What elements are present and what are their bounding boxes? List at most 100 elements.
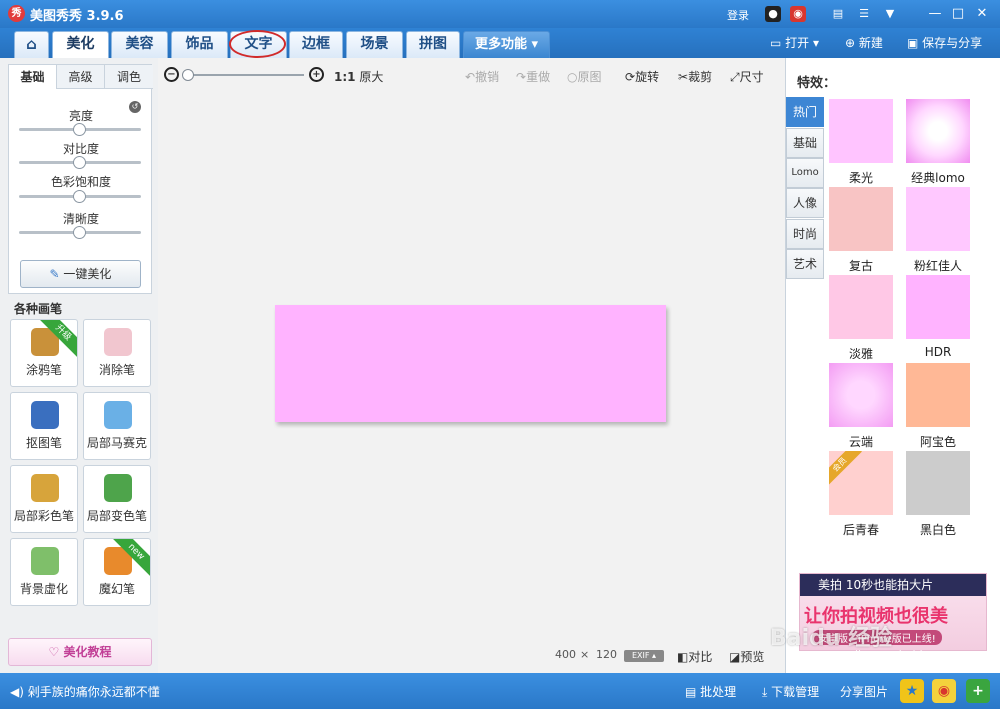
tab-beautify[interactable]: 美化	[52, 31, 109, 59]
tab-scene[interactable]: 场景	[346, 31, 403, 58]
tab-basic[interactable]: 基础	[9, 65, 57, 89]
feedback-icon[interactable]: ☰	[856, 6, 872, 22]
doodle-pen[interactable]: 升级 涂鸦笔	[10, 319, 78, 387]
add-icon[interactable]: +	[966, 679, 990, 703]
scissors-icon: ✂	[678, 70, 689, 84]
effect-vintage[interactable]	[829, 187, 893, 251]
save-share-button[interactable]: ▣ 保存与分享	[907, 34, 982, 51]
speaker-icon: ◀)	[10, 685, 28, 699]
tab-home[interactable]: ⌂	[14, 31, 49, 58]
contrast-thumb[interactable]	[73, 156, 86, 169]
weibo-share-icon[interactable]: ◉	[932, 679, 956, 703]
rotate-icon: ⟳	[625, 70, 636, 84]
effect-category-hot[interactable]: 热门	[786, 97, 824, 127]
image-width: 400	[555, 648, 576, 661]
tab-advanced[interactable]: 高级	[57, 65, 105, 89]
status-bar: ◀) 剁手族的痛你永远都不懂 ▤ 批处理 ⤓ 下载管理 分享图片 ★ ◉ +	[0, 673, 1000, 709]
effect-cloud[interactable]	[829, 363, 893, 427]
background-blur[interactable]: 背景虚化	[10, 538, 78, 606]
effect-category-fashion[interactable]: 时尚	[786, 219, 824, 249]
saturation-thumb[interactable]	[73, 190, 86, 203]
paint-brush-icon	[31, 474, 59, 502]
tab-color-tone[interactable]: 调色	[105, 65, 153, 89]
undo-icon: ↶	[465, 70, 476, 84]
compare-button[interactable]: ◧对比	[677, 648, 712, 665]
minimize-button[interactable]: —	[926, 5, 944, 23]
qzone-icon[interactable]: ★	[900, 679, 924, 703]
brightness-label: 亮度	[68, 109, 93, 123]
redo-icon: ↷	[516, 70, 527, 84]
app-logo-icon: 秀	[8, 5, 25, 22]
tab-decoration[interactable]: 饰品	[171, 31, 228, 58]
undo-button[interactable]: ↶撤销	[465, 68, 499, 85]
effect-post-youth[interactable]: 会员	[829, 451, 893, 515]
brightness-thumb[interactable]	[73, 123, 86, 136]
local-recolor-pen[interactable]: 局部变色笔	[83, 465, 151, 533]
one-key-beautify-button[interactable]: ✎ 一键美化	[20, 260, 141, 288]
local-color-pen[interactable]: 局部彩色笔	[10, 465, 78, 533]
zoom-slider[interactable]	[186, 74, 304, 76]
maximize-button[interactable]: □	[949, 5, 967, 23]
home-icon: ⌂	[26, 35, 37, 53]
close-button[interactable]: ✕	[973, 5, 991, 23]
skin-icon[interactable]: ▤	[830, 6, 846, 22]
login-link[interactable]: 登录	[727, 7, 749, 23]
edited-image[interactable]	[275, 305, 666, 422]
effect-category-lomo[interactable]: Lomo	[786, 158, 824, 188]
contrast-label: 对比度	[62, 142, 99, 156]
zoom-in-icon[interactable]: +	[309, 67, 324, 82]
zoom-thumb[interactable]	[182, 69, 194, 81]
beautify-tutorial-button[interactable]: ♡ 美化教程	[8, 638, 152, 666]
effect-category-portrait[interactable]: 人像	[786, 188, 824, 218]
new-button[interactable]: ⊕ 新建	[845, 34, 883, 51]
title-bar: 秀 美图秀秀 3.9.6 登录 ● ◉ ▤ ☰ ▼ — □ ✕	[0, 0, 1000, 28]
weibo-icon[interactable]: ◉	[790, 6, 806, 22]
qq-icon[interactable]: ●	[765, 6, 781, 22]
menu-icon[interactable]: ▼	[882, 6, 898, 22]
effect-pink-lady[interactable]	[906, 187, 970, 251]
crop-button[interactable]: ✂裁剪	[678, 68, 712, 85]
original-size-button[interactable]: 1:1 原大	[334, 68, 383, 85]
redo-button[interactable]: ↷重做	[516, 68, 550, 85]
effect-category-basic[interactable]: 基础	[786, 128, 824, 158]
tab-face[interactable]: 美容	[111, 31, 168, 58]
mosaic-pen[interactable]: 局部马赛克	[83, 392, 151, 460]
resize-button[interactable]: ⤢尺寸	[730, 68, 764, 85]
cutout-pen[interactable]: 抠图笔	[10, 392, 78, 460]
tab-collage[interactable]: 拼图	[406, 31, 460, 58]
circle-icon: ○	[567, 70, 578, 84]
open-button[interactable]: ▭ 打开 ▾	[770, 34, 819, 51]
effect-elegant[interactable]	[829, 275, 893, 339]
left-panel: 基础 高级 调色 ↺ 亮度 对比度 色彩饱和度 清晰度 ✎ 一键美化 各种画笔 …	[0, 58, 158, 673]
workspace: 基础 高级 调色 ↺ 亮度 对比度 色彩饱和度 清晰度 ✎ 一键美化 各种画笔 …	[0, 58, 1000, 673]
effect-abao[interactable]	[906, 363, 970, 427]
share-image-button[interactable]: 分享图片	[840, 683, 888, 700]
tab-more-functions[interactable]: 更多功能 ▾	[463, 31, 550, 58]
annotation-circle	[229, 30, 286, 58]
saturation-label: 色彩饱和度	[50, 175, 111, 189]
preview-button[interactable]: ◪预览	[729, 648, 764, 665]
zoom-out-icon[interactable]: −	[164, 67, 179, 82]
eraser-pen[interactable]: 消除笔	[83, 319, 151, 387]
baidu-watermark-url: jingyan.baidu.com	[855, 648, 957, 661]
magic-pen[interactable]: new 魔幻笔	[83, 538, 151, 606]
exif-button[interactable]: EXIF ▴	[624, 650, 664, 662]
download-manager-button[interactable]: ⤓ 下载管理	[762, 683, 819, 700]
blur-icon	[31, 547, 59, 575]
sharpness-thumb[interactable]	[73, 226, 86, 239]
pens-title: 各种画笔	[14, 302, 63, 316]
status-message[interactable]: ◀) 剁手族的痛你永远都不懂	[10, 683, 160, 700]
effect-hdr[interactable]	[906, 275, 970, 339]
original-image-button[interactable]: ○原图	[567, 68, 602, 85]
batch-button[interactable]: ▤ 批处理	[685, 683, 736, 700]
effect-soft-light[interactable]	[829, 99, 893, 163]
effect-classic-lomo[interactable]	[906, 99, 970, 163]
effect-black-white[interactable]	[906, 451, 970, 515]
compare-icon: ◧	[677, 650, 689, 664]
tab-frame[interactable]: 边框	[289, 31, 343, 58]
rotate-button[interactable]: ⟳旋转	[625, 68, 659, 85]
effect-category-art[interactable]: 艺术	[786, 249, 824, 279]
mosaic-icon	[104, 401, 132, 429]
resize-icon: ⤢	[730, 70, 740, 84]
image-height: 120	[596, 648, 617, 661]
